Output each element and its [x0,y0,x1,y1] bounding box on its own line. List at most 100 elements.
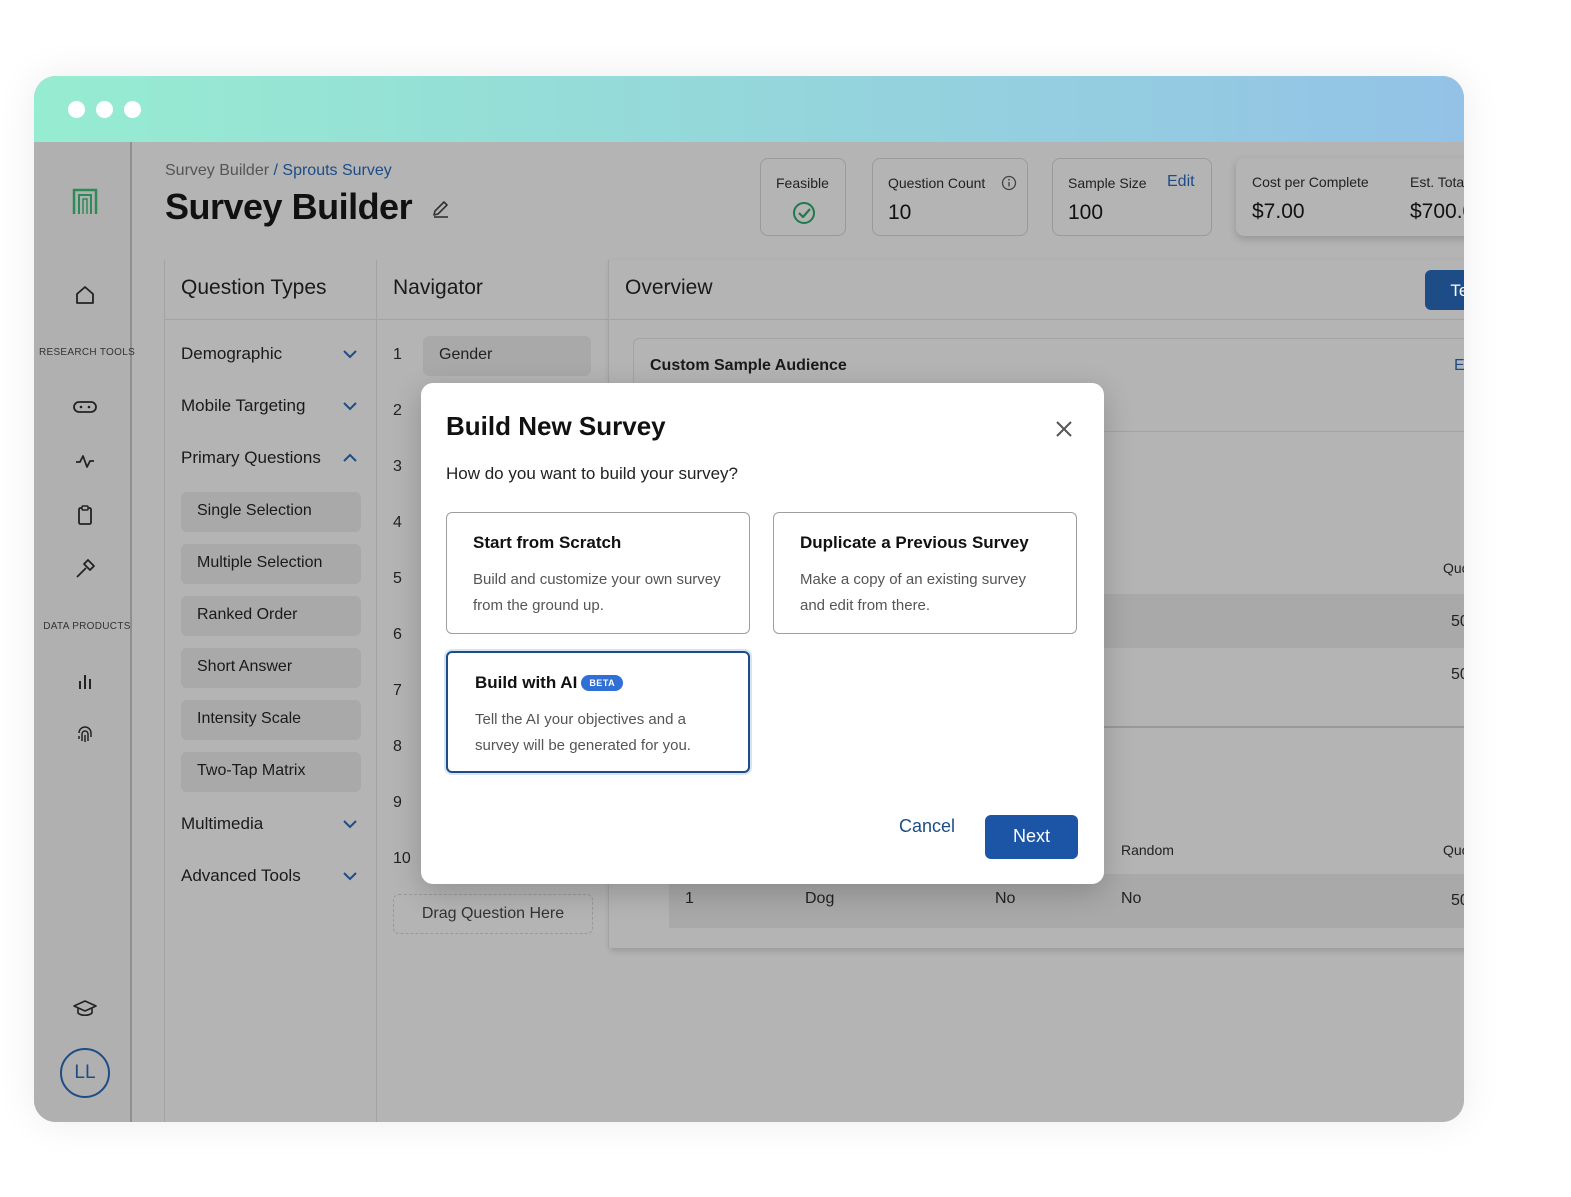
window-titlebar [34,76,1464,142]
question-count-label: Question Count [888,175,986,191]
info-icon[interactable] [1001,175,1017,196]
window-dot-3[interactable] [124,101,141,118]
quota-value: 50% [1451,666,1464,683]
sidebar: RESEARCH TOOLS DATA PRODUCTS LL [34,142,135,1122]
cancel-button[interactable]: Cancel [899,816,955,837]
nav-number: 5 [393,570,402,587]
option-title: Duplicate a Previous Survey [800,533,1029,552]
data-products-label: DATA PRODUCTS [43,621,131,632]
overview-header: Overview Test [609,260,1464,320]
question-count-stat: Question Count 10 [872,158,1028,236]
question-type-two-tap-matrix[interactable]: Two-Tap Matrix [181,752,361,792]
question-type-intensity-scale[interactable]: Intensity Scale [181,700,361,740]
sample-size-label: Sample Size [1068,175,1147,191]
sample-size-edit-link[interactable]: Edit [1167,173,1195,191]
drag-question-dropzone[interactable]: Drag Question Here [393,894,593,934]
fingerprint-icon[interactable] [68,718,102,752]
question-type-ranked-order[interactable]: Ranked Order [181,596,361,636]
random-header: Random [1121,842,1174,858]
category-advanced-tools[interactable]: Advanced Tools [181,866,301,886]
question-type-single-selection[interactable]: Single Selection [181,492,361,532]
chevron-down-icon[interactable] [341,400,359,412]
avatar[interactable]: LL [60,1048,110,1098]
cost-stat: Cost per Complete $7.00 Est. Total Cost … [1236,158,1464,236]
question-type-multiple-selection[interactable]: Multiple Selection [181,544,361,584]
chevron-down-icon[interactable] [341,870,359,882]
close-icon[interactable] [1053,418,1075,440]
nav-number: 3 [393,458,402,475]
overview-title: Overview [625,276,713,299]
option-title: Build with AI [475,673,578,692]
quota-header: Quota [1443,560,1464,576]
edit-pencil-icon[interactable] [430,198,452,220]
option-description: Tell the AI your objectives and a survey… [475,711,691,754]
cost-per-complete-label: Cost per Complete [1252,174,1369,190]
category-primary-questions[interactable]: Primary Questions [181,448,321,468]
option-title: Start from Scratch [473,533,622,552]
sample-size-value: 100 [1068,201,1104,224]
graduation-cap-icon[interactable] [68,992,102,1026]
row-quota: 50% [1451,892,1464,909]
category-multimedia[interactable]: Multimedia [181,814,263,834]
chevron-down-icon[interactable] [341,348,359,360]
breadcrumb: Survey Builder / Sprouts Survey [165,162,392,180]
window-dot-1[interactable] [68,101,85,118]
bar-chart-icon[interactable] [68,664,102,698]
hammer-icon[interactable] [68,552,102,586]
total-cost-value: $700.00 [1410,200,1464,223]
question-types-title: Question Types [181,276,327,299]
breadcrumb-current[interactable]: Sprouts Survey [282,162,391,179]
row-col4: No [1121,890,1142,907]
question-types-panel: Question Types Demographic Mobile Target… [164,260,376,1122]
breadcrumb-separator: / [269,162,283,179]
test-button[interactable]: Test [1425,270,1464,310]
option-title-row: Build with AI BETA [475,673,624,693]
custom-audience-edit-link[interactable]: Edit [1454,357,1464,375]
quota-value: 50% [1451,613,1464,630]
category-mobile-targeting[interactable]: Mobile Targeting [181,396,305,416]
build-new-survey-modal: Build New Survey How do you want to buil… [421,383,1104,884]
feasible-stat: Feasible [760,158,846,236]
nav-number: 9 [393,794,402,811]
custom-audience-title: Custom Sample Audience [650,357,847,374]
feasible-label: Feasible [776,175,829,191]
quota-header: Quota [1443,842,1464,858]
cost-per-complete-value: $7.00 [1252,200,1305,223]
modal-title: Build New Survey [446,411,666,441]
check-circle-icon [792,201,816,230]
navigator-title: Navigator [393,276,483,299]
total-cost-label: Est. Total Cost [1410,174,1464,190]
nav-question-gender[interactable]: Gender [423,336,591,376]
category-demographic[interactable]: Demographic [181,344,282,364]
row-answer: Dog [805,890,835,907]
breadcrumb-root[interactable]: Survey Builder [165,162,269,179]
chevron-up-icon[interactable] [341,452,359,464]
page-title: Survey Builder [165,186,413,227]
chevron-down-icon[interactable] [341,818,359,830]
logo-icon[interactable] [68,184,102,218]
nav-number: 10 [393,850,411,867]
research-tools-label: RESEARCH TOOLS [38,347,136,358]
vr-headset-icon[interactable] [68,390,102,424]
question-types-header: Question Types [165,260,376,320]
row-col3: No [995,890,1016,907]
nav-number: 1 [393,346,402,363]
nav-number: 7 [393,682,402,699]
home-icon[interactable] [68,278,102,312]
nav-number: 2 [393,402,402,419]
question-count-value: 10 [888,201,912,224]
clipboard-icon[interactable] [68,498,102,532]
option-duplicate-survey[interactable]: Duplicate a Previous Survey Make a copy … [773,512,1077,634]
option-build-with-ai[interactable]: Build with AI BETA Tell the AI your objec… [446,651,750,773]
row-number: 1 [685,890,694,907]
option-description: Make a copy of an existing survey and ed… [800,571,1026,614]
window-dot-2[interactable] [96,101,113,118]
modal-subtitle: How do you want to build your survey? [446,464,738,483]
next-button[interactable]: Next [985,815,1078,859]
question-type-short-answer[interactable]: Short Answer [181,648,361,688]
option-start-from-scratch[interactable]: Start from Scratch Build and customize y… [446,512,750,634]
nav-number: 6 [393,626,402,643]
beta-badge: BETA [581,675,624,691]
sample-size-stat: Sample Size Edit 100 [1052,158,1212,236]
activity-icon[interactable] [68,444,102,478]
